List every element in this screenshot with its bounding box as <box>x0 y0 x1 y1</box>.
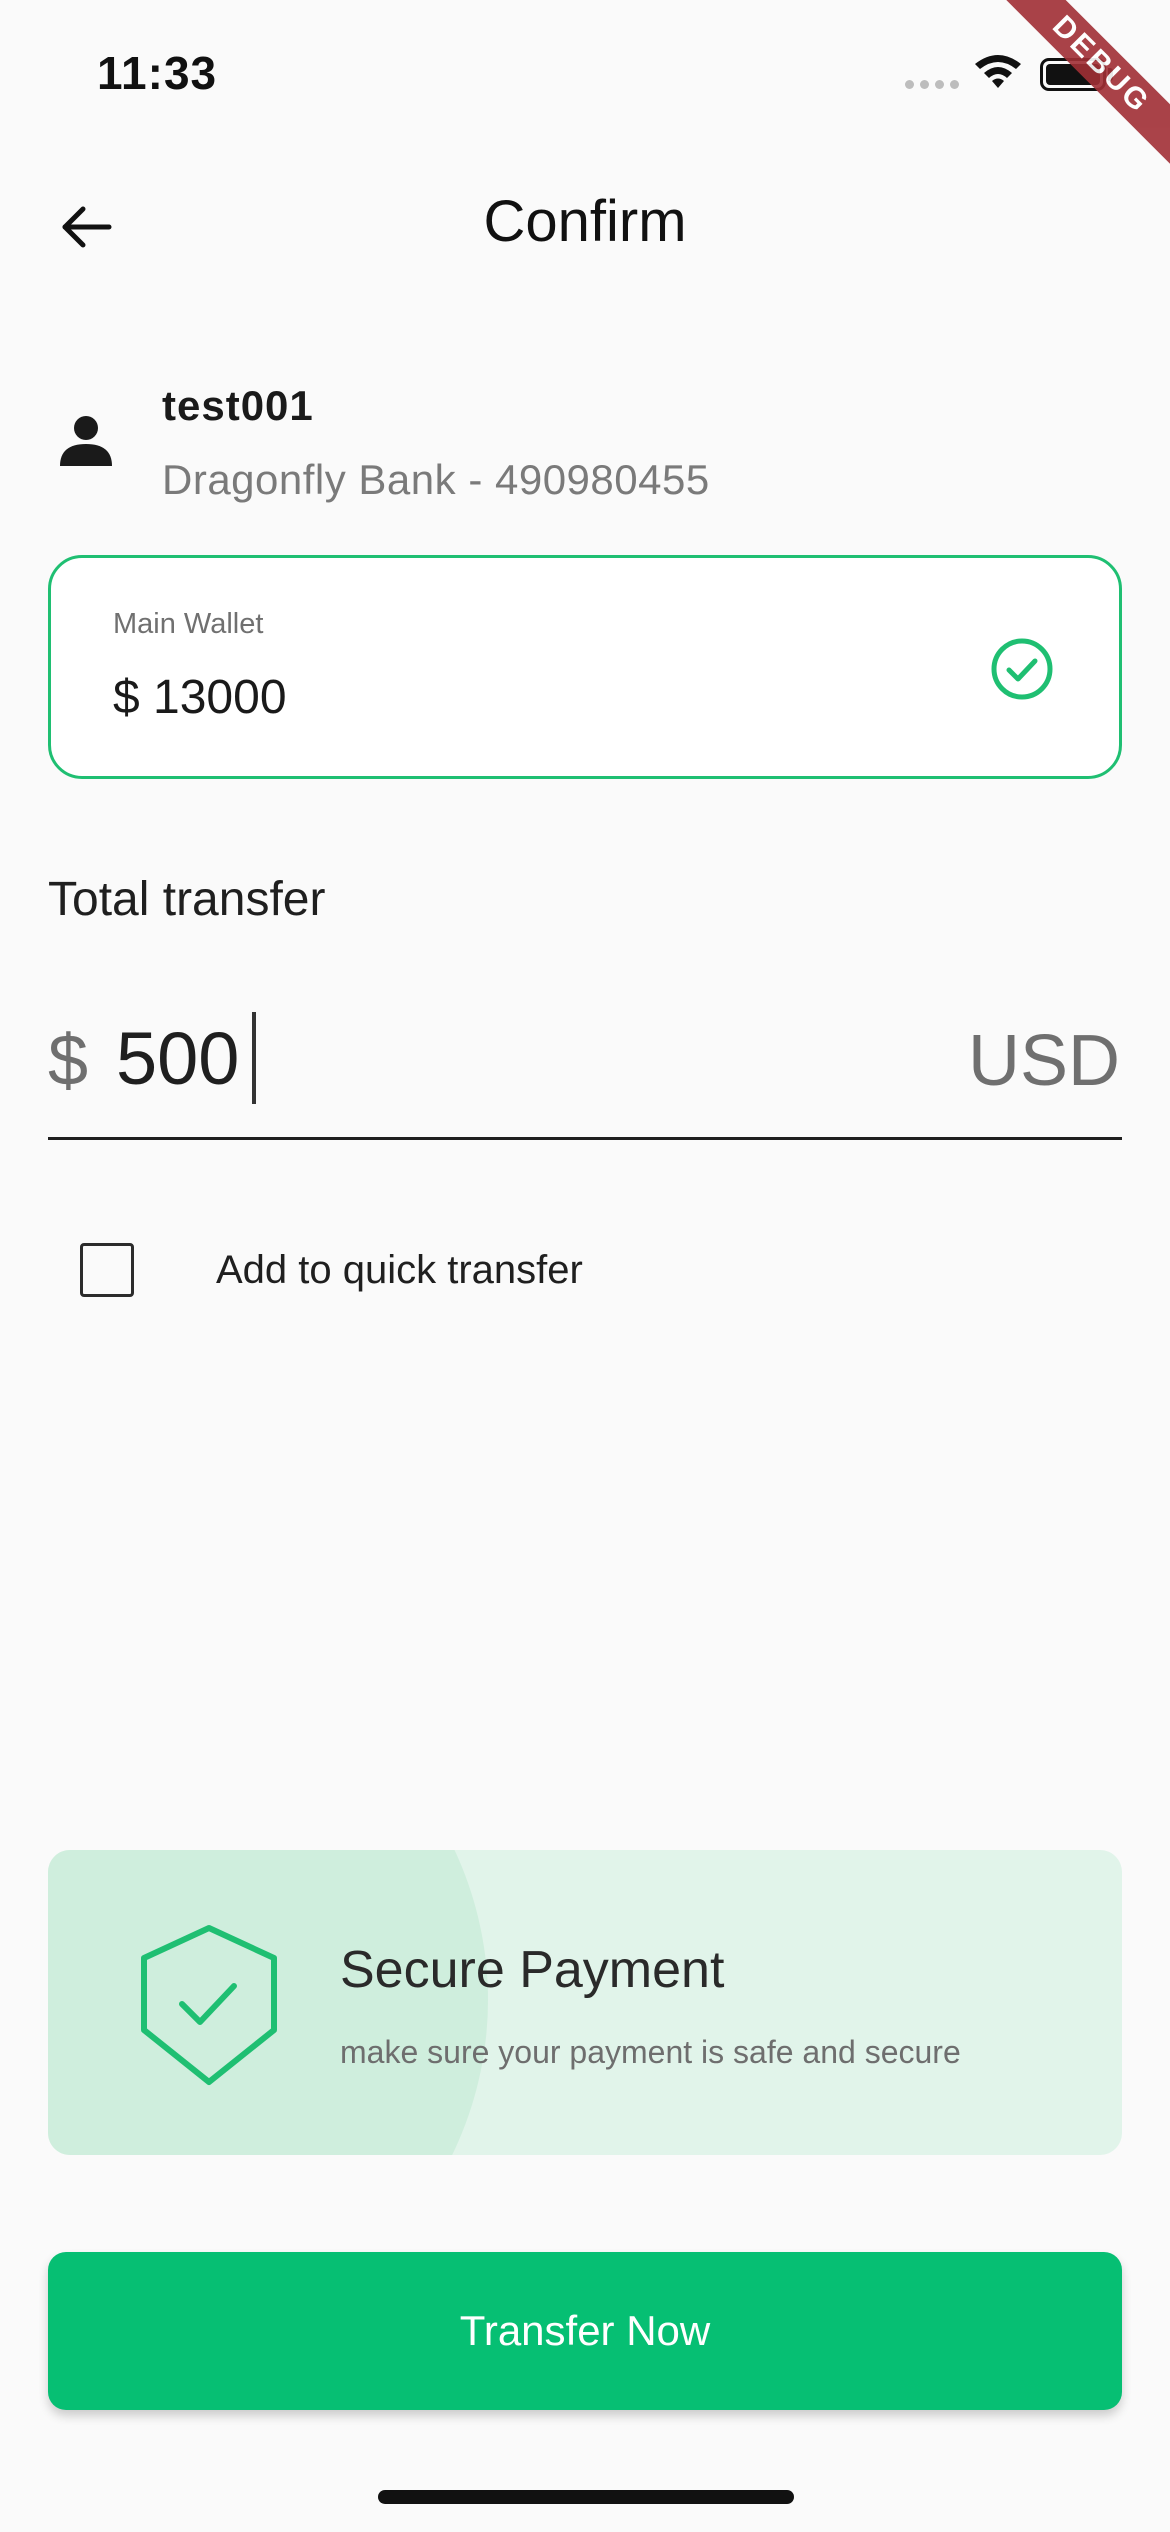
recipient-name: test001 <box>162 382 314 429</box>
recipient-bank-account: Dragonfly Bank - 490980455 <box>162 456 710 503</box>
home-indicator <box>378 2490 794 2504</box>
status-bar: 11:33 <box>0 0 1170 140</box>
text-caret <box>252 1012 256 1104</box>
recipient-info: test001 Dragonfly Bank - 490980455 <box>50 370 1120 520</box>
quick-transfer-label: Add to quick transfer <box>216 1247 583 1292</box>
check-circle-icon <box>991 638 1053 700</box>
secure-payment-title: Secure Payment <box>340 1941 725 1999</box>
page-title: Confirm <box>483 189 687 254</box>
wallet-label: Main Wallet <box>113 608 264 640</box>
transfer-now-button[interactable]: Transfer Now <box>48 2252 1122 2410</box>
debug-ribbon: DEBUG <box>1000 0 1170 170</box>
quick-transfer-option[interactable]: Add to quick transfer <box>80 1240 780 1300</box>
currency-symbol: $ <box>48 1021 89 1101</box>
total-transfer-label: Total transfer <box>48 873 326 926</box>
quick-transfer-checkbox[interactable] <box>80 1243 134 1297</box>
secure-payment-banner: Secure Payment make sure your payment is… <box>48 1850 1122 2155</box>
secure-payment-description: make sure your payment is safe and secur… <box>340 2034 961 2070</box>
app-bar: Confirm <box>0 160 1170 290</box>
debug-ribbon-label: DEBUG <box>1000 0 1170 169</box>
amount-input[interactable] <box>116 1008 936 1108</box>
currency-code: USD <box>967 1021 1120 1101</box>
signal-icon <box>905 80 959 89</box>
transfer-amount-field[interactable]: $ USD <box>48 990 1122 1140</box>
shield-check-icon <box>141 1925 277 2085</box>
person-icon <box>60 416 112 466</box>
status-time: 11:33 <box>97 47 218 99</box>
wallet-balance: $ 13000 <box>113 671 287 724</box>
wallet-card[interactable]: Main Wallet $ 13000 <box>48 555 1122 779</box>
